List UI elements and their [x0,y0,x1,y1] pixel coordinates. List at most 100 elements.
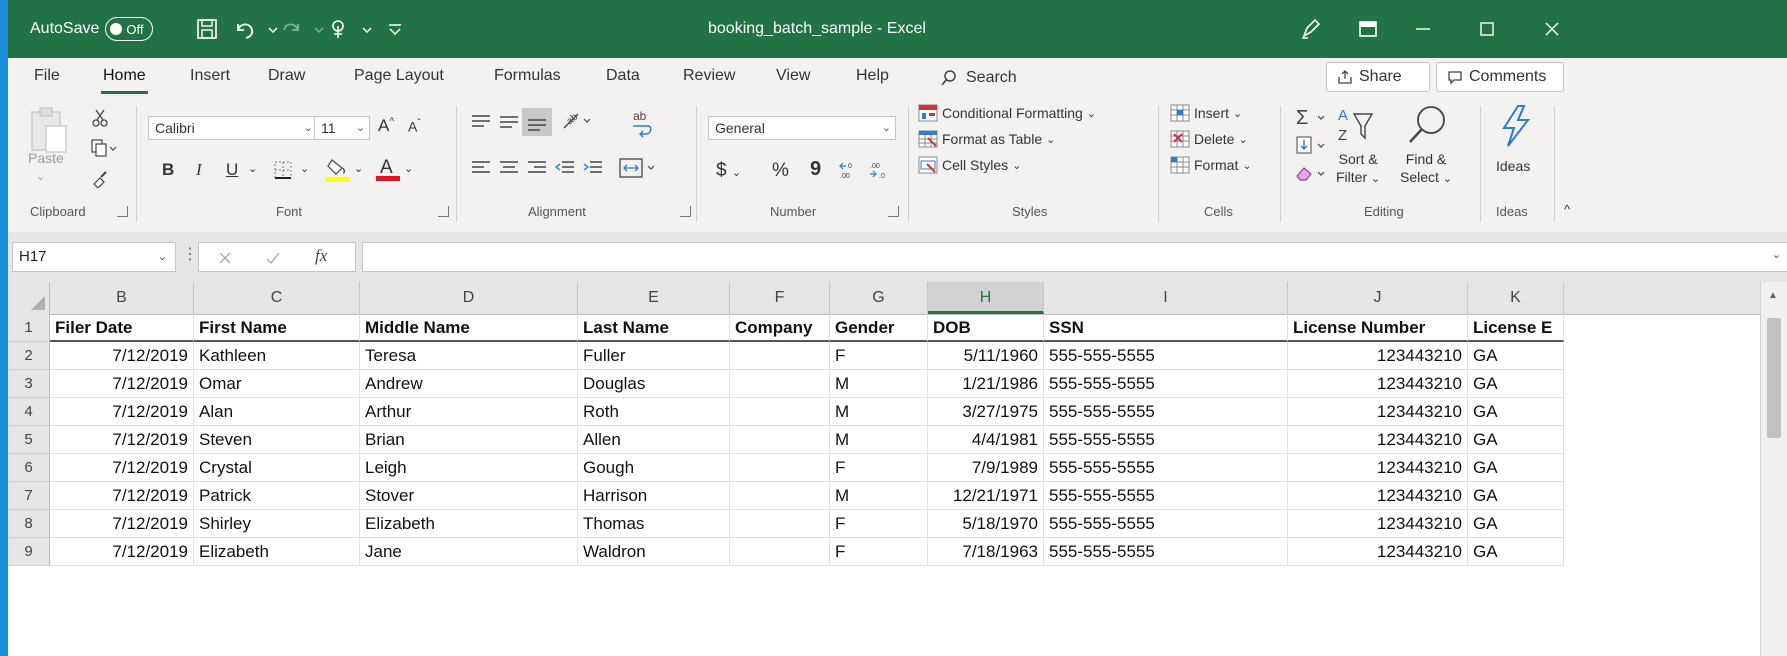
scrollbar-thumb[interactable] [1767,318,1781,438]
touch-mode-icon[interactable] [326,16,352,42]
cell[interactable]: 12/21/1971 [928,482,1044,510]
align-top-icon[interactable] [470,112,492,136]
cell[interactable]: 123443210 [1288,454,1468,482]
header-cell[interactable]: Gender [830,314,928,342]
cell[interactable]: 4/4/1981 [928,426,1044,454]
cell[interactable]: Alan [194,398,360,426]
cell[interactable]: Elizabeth [194,538,360,566]
merge-center-icon[interactable] [618,156,658,184]
cell[interactable]: Fuller [578,342,730,370]
customize-quick-access-icon[interactable] [382,16,408,42]
cell[interactable]: F [830,342,928,370]
column-header-i[interactable]: I [1044,282,1288,314]
cell[interactable]: 5/11/1960 [928,342,1044,370]
column-header-h[interactable]: H [928,282,1044,314]
cell[interactable]: M [830,482,928,510]
cell[interactable]: Teresa [360,342,578,370]
delete-cells-button[interactable]: Delete ⌄ [1170,130,1248,148]
cell[interactable]: Allen [578,426,730,454]
orientation-icon[interactable]: ab [560,110,592,136]
tab-file[interactable]: File [34,58,60,98]
alignment-launcher-icon[interactable] [680,206,691,217]
clipboard-launcher-icon[interactable] [117,206,128,217]
header-cell[interactable]: Middle Name [360,314,578,342]
cell[interactable] [730,342,830,370]
cell[interactable]: 555-555-5555 [1044,370,1288,398]
cell[interactable]: Roth [578,398,730,426]
cell[interactable]: Harrison [578,482,730,510]
cell[interactable]: 123443210 [1288,538,1468,566]
comma-button[interactable]: 9 [810,158,821,181]
align-right-icon[interactable] [526,158,548,182]
row-header[interactable]: 3 [8,370,50,398]
row-header[interactable]: 9 [8,538,50,566]
cell[interactable]: GA [1468,398,1564,426]
borders-icon[interactable] [273,160,293,184]
column-header-g[interactable]: G [830,282,928,314]
cell[interactable]: GA [1468,510,1564,538]
cut-icon[interactable] [90,108,110,132]
cell[interactable]: Elizabeth [360,510,578,538]
cell[interactable]: 7/12/2019 [50,398,194,426]
percent-button[interactable]: % [772,160,789,182]
save-icon[interactable] [194,16,220,42]
format-painter-icon[interactable] [90,168,110,192]
minimize-button[interactable] [1394,0,1452,58]
confirm-entry-icon[interactable] [265,250,281,266]
cell[interactable]: 7/12/2019 [50,510,194,538]
cell[interactable]: Steven [194,426,360,454]
cell[interactable]: F [830,538,928,566]
cell[interactable]: 3/27/1975 [928,398,1044,426]
redo-icon[interactable] [278,16,304,42]
column-header-b[interactable]: B [50,282,194,314]
font-color-icon[interactable]: A [376,154,400,186]
cell[interactable] [730,398,830,426]
cancel-entry-icon[interactable] [217,250,233,266]
cell[interactable] [730,426,830,454]
row-header[interactable]: 1 [8,314,50,342]
cell[interactable]: Patrick [194,482,360,510]
row-header[interactable]: 2 [8,342,50,370]
autosave-control[interactable]: AutoSave Off [30,0,153,58]
select-all-button[interactable] [8,282,50,314]
cell[interactable]: M [830,370,928,398]
align-middle-icon[interactable] [498,112,520,136]
name-box-dropdown-icon[interactable]: ⌄ [158,243,167,271]
tab-draw[interactable]: Draw [268,58,305,98]
align-left-icon[interactable] [470,158,492,182]
cell[interactable] [730,454,830,482]
cell[interactable]: Stover [360,482,578,510]
tab-page-layout[interactable]: Page Layout [354,58,444,98]
bold-button[interactable]: B [162,160,174,180]
cell[interactable]: F [830,510,928,538]
header-cell[interactable]: Company [730,314,830,342]
wrap-text-icon[interactable]: ab [630,108,656,142]
clear-icon[interactable] [1294,162,1328,188]
search-box[interactable]: Search [940,58,1017,98]
format-cells-button[interactable]: Format ⌄ [1170,156,1252,174]
cell[interactable]: 123443210 [1288,370,1468,398]
share-button[interactable]: Share [1326,62,1430,92]
increase-decimal-icon[interactable]: 0.00 [838,160,862,184]
cell[interactable]: 555-555-5555 [1044,482,1288,510]
tab-insert[interactable]: Insert [190,58,230,98]
close-button[interactable] [1523,0,1581,58]
cell[interactable]: 7/12/2019 [50,538,194,566]
cell-styles-button[interactable]: Cell Styles ⌄ [918,156,1021,174]
font-size-combo[interactable]: 11 ⌄ [314,116,370,140]
cell[interactable]: Leigh [360,454,578,482]
cell[interactable]: 555-555-5555 [1044,398,1288,426]
scroll-up-icon[interactable]: ▲ [1768,290,1778,301]
tab-help[interactable]: Help [856,58,889,98]
header-cell[interactable]: DOB [928,314,1044,342]
cell[interactable]: 7/12/2019 [50,482,194,510]
sort-filter-button[interactable]: Sort & Filter ⌄ [1336,150,1380,188]
touch-dropdown-icon[interactable] [354,16,372,42]
cell[interactable]: Waldron [578,538,730,566]
cell[interactable]: GA [1468,342,1564,370]
spreadsheet-grid[interactable]: BCDEFGHIJK 1 Filer Date First Name Middle N… [8,282,1787,656]
cell[interactable]: 555-555-5555 [1044,454,1288,482]
font-launcher-icon[interactable] [438,206,449,217]
cell[interactable] [730,538,830,566]
underline-dropdown-icon[interactable]: ⌄ [248,162,257,175]
